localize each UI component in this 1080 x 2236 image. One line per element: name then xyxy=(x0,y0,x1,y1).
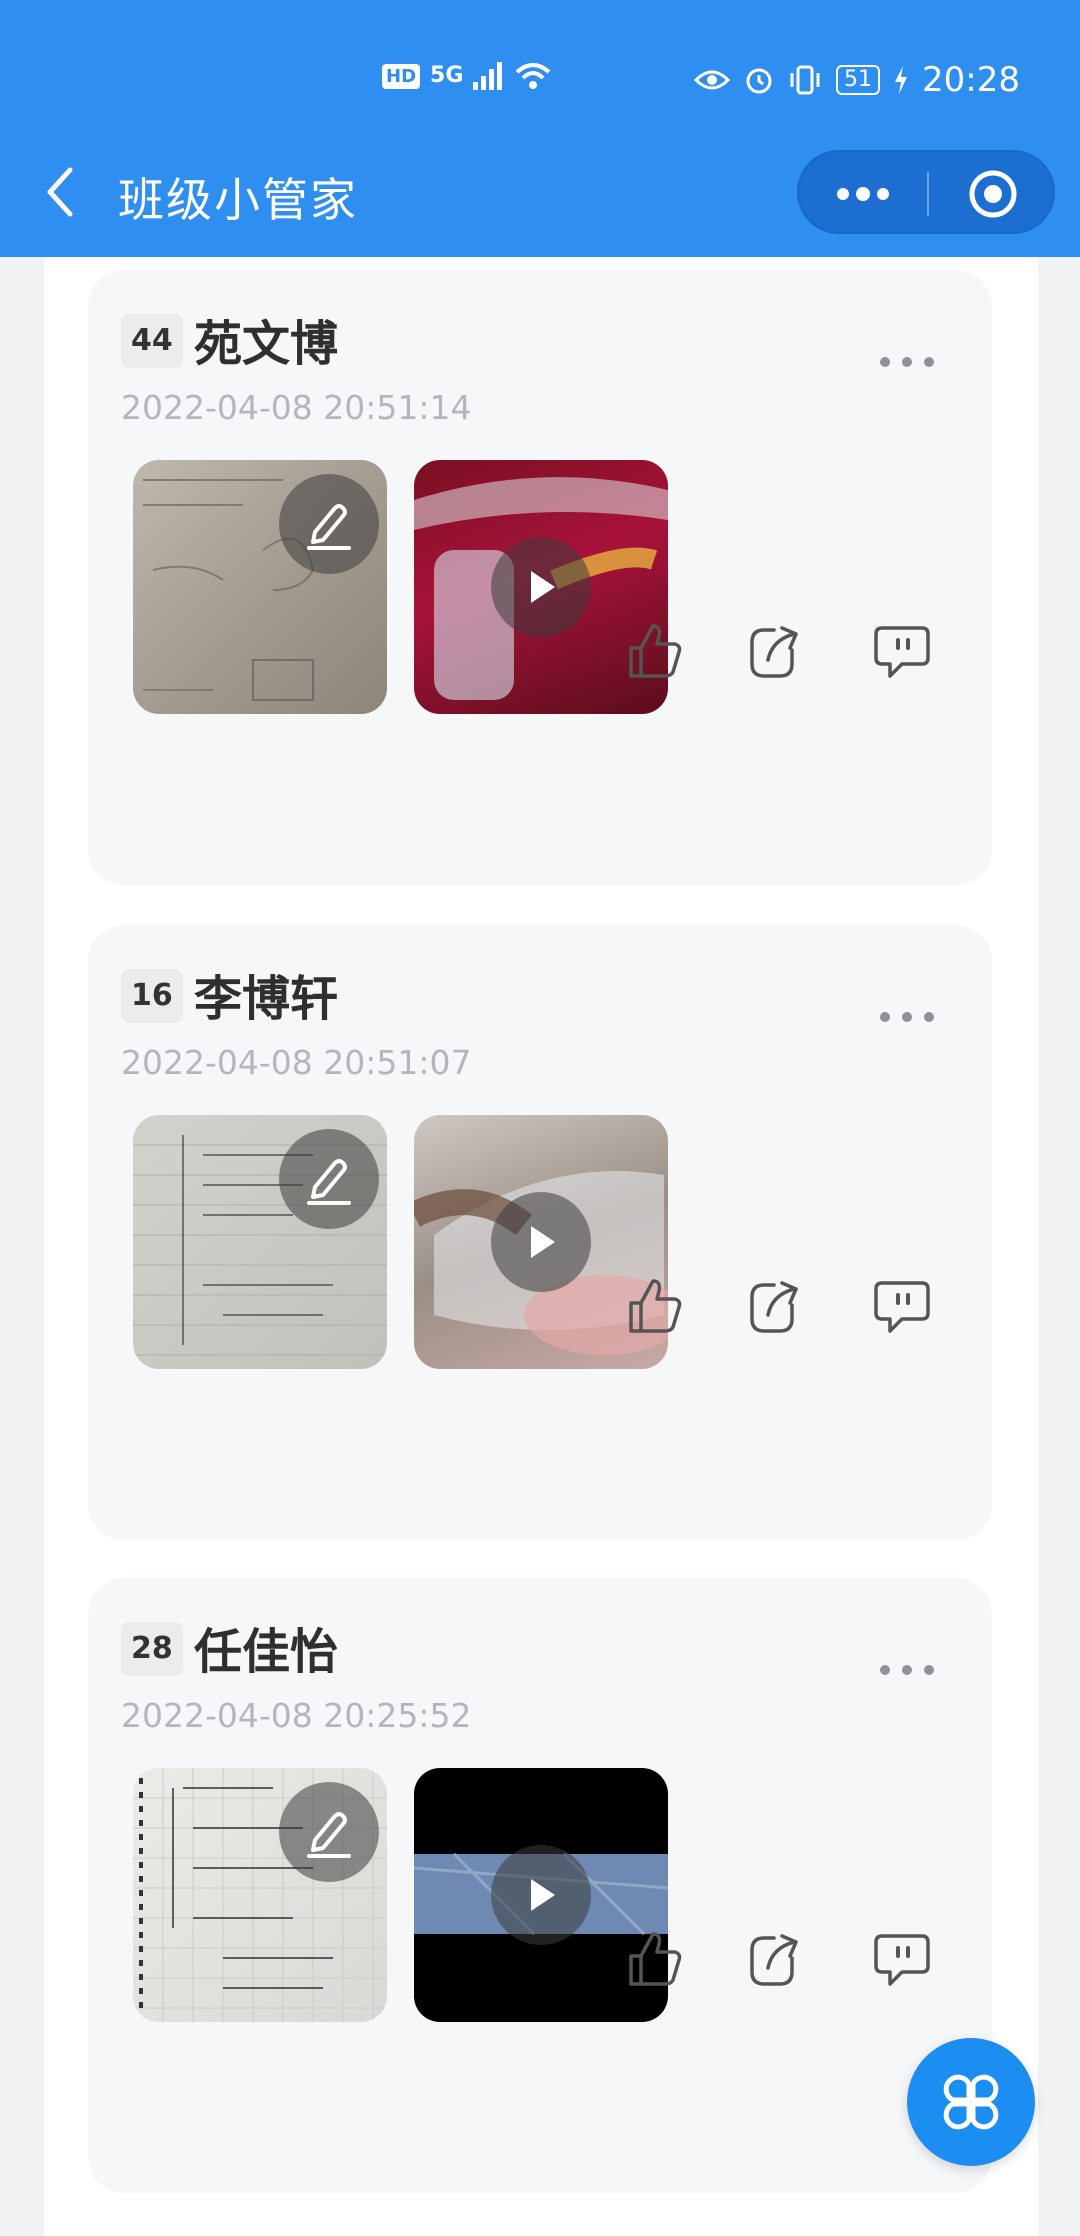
more-options-icon[interactable] xyxy=(877,350,937,374)
post-card: 28 任佳怡 2022-04-08 20:25:52 xyxy=(88,1578,992,2193)
network-type: 5G xyxy=(430,63,464,88)
capsule-close-button[interactable] xyxy=(929,152,1057,236)
floating-menu-button[interactable] xyxy=(907,2038,1035,2166)
edit-overlay-button[interactable] xyxy=(279,1782,379,1882)
vibrate-icon xyxy=(790,65,820,95)
comment-icon[interactable] xyxy=(872,620,932,682)
share-icon[interactable] xyxy=(746,1275,806,1337)
nav-bar: 班级小管家 xyxy=(0,150,1080,240)
more-dots-icon xyxy=(837,187,889,201)
clover-menu-icon xyxy=(943,2074,999,2130)
student-name: 苑文博 xyxy=(194,316,339,372)
more-options-icon[interactable] xyxy=(877,1658,937,1682)
edit-overlay-button[interactable] xyxy=(279,1129,379,1229)
post-actions xyxy=(88,1928,992,2008)
top-bar: HD 5G 51 20:28 班级小管家 xyxy=(0,0,1080,257)
play-icon xyxy=(531,571,555,603)
post-actions xyxy=(88,1275,992,1355)
charging-icon xyxy=(895,66,908,94)
post-timestamp: 2022-04-08 20:51:14 xyxy=(121,388,472,427)
wifi-icon xyxy=(516,63,551,89)
more-options-icon[interactable] xyxy=(877,1005,937,1029)
share-icon[interactable] xyxy=(746,620,806,682)
status-bar: HD 5G 51 20:28 xyxy=(0,56,1080,106)
comment-icon[interactable] xyxy=(872,1928,932,1990)
student-number-badge: 28 xyxy=(121,1622,183,1676)
back-arrow-icon[interactable] xyxy=(40,162,80,222)
alarm-icon xyxy=(746,68,772,94)
clock: 20:28 xyxy=(922,60,1020,100)
like-icon[interactable] xyxy=(625,1275,685,1337)
like-icon[interactable] xyxy=(625,1928,685,1990)
like-icon[interactable] xyxy=(625,620,685,682)
student-number-badge: 16 xyxy=(121,969,183,1023)
eye-icon xyxy=(694,70,731,90)
student-name: 李博轩 xyxy=(194,971,339,1027)
target-icon xyxy=(969,170,1017,218)
capsule-more-button[interactable] xyxy=(799,152,927,236)
post-timestamp: 2022-04-08 20:25:52 xyxy=(121,1696,472,1735)
hd-badge: HD xyxy=(382,63,421,89)
pencil-icon xyxy=(307,1159,351,1205)
play-icon xyxy=(531,1879,555,1911)
system-indicators: 51 20:28 xyxy=(694,60,1020,100)
post-timestamp: 2022-04-08 20:51:07 xyxy=(121,1043,472,1082)
mini-program-capsule xyxy=(797,150,1055,234)
edit-overlay-button[interactable] xyxy=(279,474,379,574)
page-title: 班级小管家 xyxy=(118,173,358,227)
signal-icon xyxy=(473,62,503,90)
share-icon[interactable] xyxy=(746,1928,806,1990)
post-actions xyxy=(88,620,992,700)
play-icon xyxy=(531,1226,555,1258)
student-name: 任佳怡 xyxy=(194,1624,339,1680)
comment-icon[interactable] xyxy=(872,1275,932,1337)
pencil-icon xyxy=(307,1812,351,1858)
battery-level: 51 xyxy=(836,65,881,95)
post-card: 44 苑文博 2022-04-08 20:51:14 xyxy=(88,270,992,885)
pencil-icon xyxy=(307,504,351,550)
student-number-badge: 44 xyxy=(121,314,183,368)
network-indicators: HD 5G xyxy=(382,60,553,92)
post-card: 16 李博轩 2022-04-08 20:51:07 xyxy=(88,925,992,1540)
